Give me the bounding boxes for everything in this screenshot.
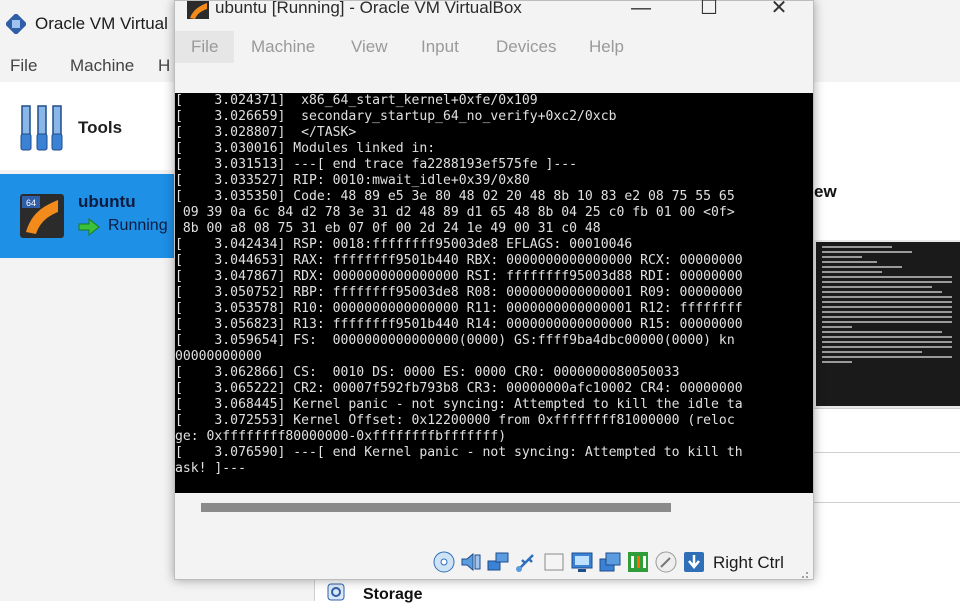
storage-section-header[interactable]: Storage [314,580,815,603]
virtualbox-logo-icon [6,14,26,34]
vm-state: Running [108,217,168,234]
console-line: [ 3.035350] Code: 48 89 e5 3e 80 48 02 2… [175,189,735,204]
vm-menu-devices[interactable]: Devices [480,31,572,63]
console-line: [ 3.026659] secondary_startup_64_no_veri… [175,109,617,124]
vm-menu-machine[interactable]: Machine [235,31,331,63]
display-icon[interactable] [571,551,593,573]
machine-list-sidebar: Tools 64 ubuntu Running [0,82,174,601]
mouse-integration-icon[interactable] [655,551,677,573]
console-line: [ 3.068445] Kernel panic - not syncing: … [175,397,743,412]
horizontal-scrollbar-thumb[interactable] [201,503,671,512]
manager-menu-file[interactable]: File [10,56,37,76]
manager-menu-help[interactable]: H [158,56,170,76]
preview-screen [816,242,960,406]
console-line: [ 3.059654] FS: 0000000000000000(0000) G… [175,333,735,348]
vm-menu-file[interactable]: File [175,31,235,63]
details-pane: ew [814,82,960,601]
maximize-icon[interactable]: ☐ [689,0,729,21]
console-line: [ 3.047867] RDX: 0000000000000000 RSI: f… [175,269,743,284]
console-line: [ 3.076590] ---[ end Kernel panic - not … [175,445,743,460]
manager-menu-machine[interactable]: Machine [70,56,134,76]
console-line: [ 3.050752] RBP: ffffffff95003de8 R08: 0… [175,285,743,300]
console-line: [ 3.065222] CR2: 00007f592fb793b8 CR3: 0… [175,381,743,396]
host-key-label: Right Ctrl [713,553,784,572]
tools-icon [20,105,63,151]
vm-display-screen[interactable]: [ 3.024371] x86_64_start_kernel+0xfe/0x1… [175,93,813,493]
close-icon[interactable]: ✕ [759,0,799,21]
usb-icon[interactable] [515,551,537,573]
console-line: ge: 0xffffffff80000000-0xffffffffbffffff… [175,429,507,444]
console-line: [ 3.030016] Modules linked in: [175,141,436,156]
shared-folders-icon[interactable] [543,551,565,573]
optical-drive-icon[interactable] [433,551,455,573]
console-line: [ 3.042434] RSP: 0018:ffffffff95003de8 E… [175,237,633,252]
vm-menu-help[interactable]: Help [573,31,640,63]
vm-console-window: ubuntu [Running] - Oracle VM VirtualBox … [174,0,814,580]
console-line: [ 3.024371] x86_64_start_kernel+0xfe/0x1… [175,93,538,108]
console-line: [ 3.072553] Kernel Offset: 0x12200000 fr… [175,413,735,428]
host-key-arrow-icon[interactable] [683,551,705,573]
console-line: 8b 00 a8 08 75 31 eb 07 0f 00 2d 24 1e 4… [175,221,601,236]
video-capture-icon[interactable] [599,551,621,573]
details-divider [814,502,960,503]
vm-window-title: ubuntu [Running] - Oracle VM VirtualBox [215,0,522,17]
preview-thumbnail [814,240,960,409]
network-icon[interactable] [487,551,509,573]
ubuntu-vm-icon: 64 [20,194,64,238]
storage-icon [327,583,345,601]
svg-text:64: 64 [26,198,36,208]
console-line: 09 39 0a 6c 84 d2 78 3e 31 d2 48 89 d1 6… [175,205,735,220]
storage-label: Storage [363,586,423,603]
vm-status-bar: Right Ctrl [175,541,813,581]
resize-grip-icon[interactable] [799,569,809,579]
sidebar-item-tools[interactable]: Tools [0,82,174,170]
kernel-panic-console-output: [ 3.024371] x86_64_start_kernel+0xfe/0x1… [175,93,813,477]
console-line: [ 3.053578] R10: 0000000000000000 R11: 0… [175,301,743,316]
audio-icon[interactable] [460,551,482,573]
console-line: [ 3.044653] RAX: ffffffff9501b440 RBX: 0… [175,253,743,268]
guest-additions-icon[interactable] [627,551,649,573]
console-line: [ 3.033527] RIP: 0010:mwait_idle+0x39/0x… [175,173,530,188]
console-line: 00000000000 [175,349,262,364]
running-arrow-icon [78,218,100,236]
vm-title-bar[interactable]: ubuntu [Running] - Oracle VM VirtualBox … [175,0,813,31]
console-line: [ 3.062866] CS: 0010 DS: 0000 ES: 0000 C… [175,365,680,380]
ubuntu-window-icon [187,1,209,19]
manager-title: Oracle VM Virtual [35,14,168,33]
preview-header: ew [814,182,837,201]
console-line: ask! ]--- [175,461,246,476]
console-line: [ 3.056823] R13: ffffffff9501b440 R14: 0… [175,317,743,332]
vm-menu-bar: File Machine View Input Devices Help [175,31,813,63]
minimize-icon[interactable]: — [621,0,661,21]
details-divider [814,452,960,453]
tools-label: Tools [78,118,123,137]
vm-name: ubuntu [78,192,136,211]
vm-menu-input[interactable]: Input [405,31,475,63]
vm-menu-view[interactable]: View [335,31,404,63]
console-line: [ 3.031513] ---[ end trace fa2288193ef57… [175,157,578,172]
sidebar-item-ubuntu[interactable]: 64 ubuntu Running [0,174,174,258]
console-line: [ 3.028807] </TASK> [175,125,357,140]
